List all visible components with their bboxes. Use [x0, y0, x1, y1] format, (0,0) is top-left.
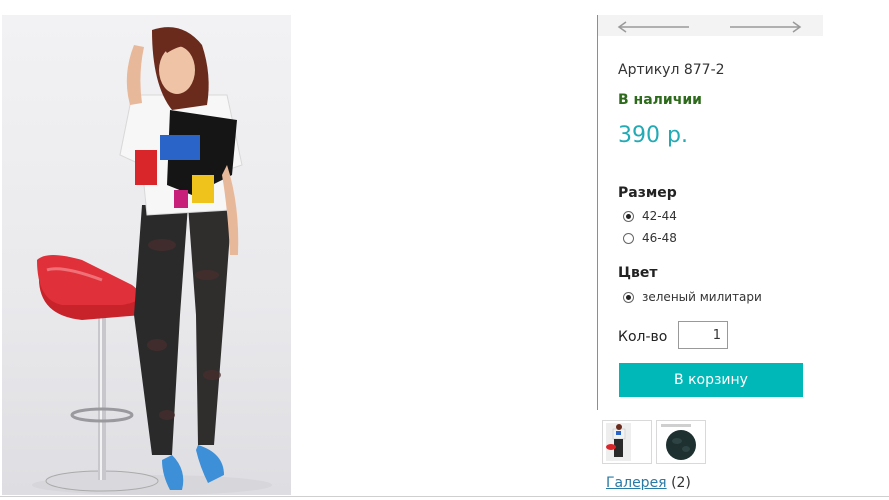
size-option-46-48[interactable]: 46-48 — [623, 229, 677, 247]
product-info-panel: Артикул 877-2 В наличии 390 р. Размер 42… — [597, 15, 823, 410]
size-option-label: 42-44 — [642, 209, 677, 223]
size-title: Размер — [618, 185, 677, 201]
model-photo-illustration — [32, 27, 272, 495]
stock-status: В наличии — [618, 92, 702, 108]
color-option-military-green[interactable]: зеленый милитари — [623, 288, 762, 306]
thumbnail-fabric-image — [657, 421, 705, 463]
quantity-label: Кол-во — [618, 329, 668, 345]
radio-checked-icon[interactable] — [623, 291, 634, 303]
thumbnail-model-image — [603, 421, 651, 463]
color-title: Цвет — [618, 265, 658, 281]
radio-checked-icon[interactable] — [623, 210, 634, 222]
product-sku: Артикул 877-2 — [618, 62, 725, 78]
thumbnail-model[interactable] — [602, 420, 652, 464]
gallery-row: Галерея (2) — [606, 475, 691, 491]
add-to-cart-button[interactable]: В корзину — [619, 363, 803, 397]
product-price: 390 р. — [618, 123, 688, 148]
gallery-link[interactable]: Галерея — [606, 475, 667, 491]
quantity-input[interactable] — [678, 321, 728, 349]
product-main-image[interactable] — [2, 15, 291, 495]
thumbnail-fabric[interactable] — [656, 420, 706, 464]
radio-unchecked-icon[interactable] — [623, 232, 634, 244]
gallery-count: (2) — [671, 475, 691, 491]
size-option-42-44[interactable]: 42-44 — [623, 207, 677, 225]
bottom-divider — [0, 496, 889, 497]
arrow-right-icon[interactable] — [728, 19, 803, 33]
arrow-left-icon[interactable] — [616, 19, 691, 33]
size-option-label: 46-48 — [642, 231, 677, 245]
color-option-label: зеленый милитари — [642, 290, 762, 304]
image-navigation-bar — [598, 15, 823, 36]
